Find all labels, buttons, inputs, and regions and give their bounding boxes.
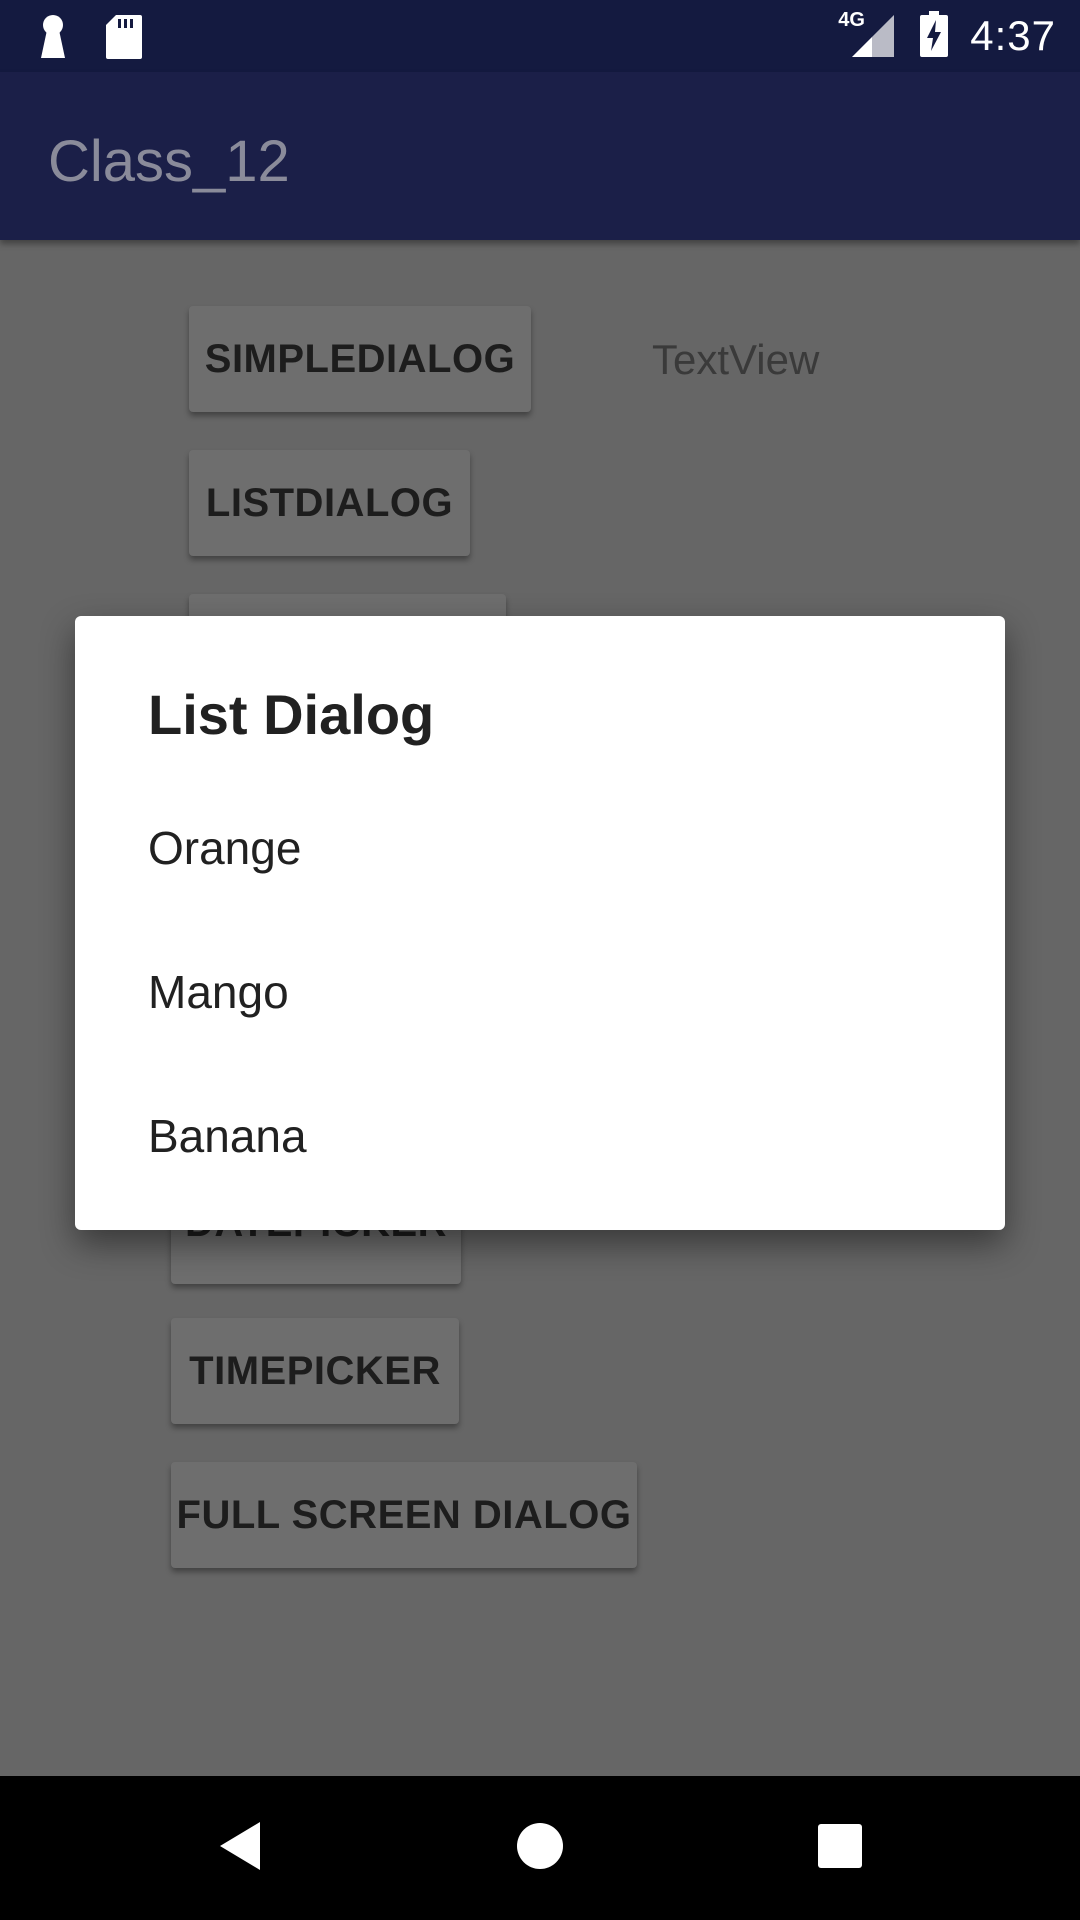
- recents-button[interactable]: [770, 1776, 910, 1920]
- status-left-icons: [38, 14, 142, 65]
- full-screen-dialog-button[interactable]: FULL SCREEN DIALOG: [171, 1462, 637, 1568]
- status-right: 4G 4:37: [838, 0, 1056, 72]
- dialog-list-item[interactable]: Mango: [148, 942, 928, 1042]
- back-button[interactable]: [170, 1776, 310, 1920]
- home-button[interactable]: [470, 1776, 610, 1920]
- battery-charging-icon: [920, 10, 949, 62]
- navigation-bar: [0, 1776, 1080, 1920]
- back-icon: [216, 1820, 264, 1877]
- dialog-title: List Dialog: [148, 683, 435, 746]
- time-picker-button[interactable]: TIMEPICKER: [171, 1318, 459, 1424]
- list-dialog-button[interactable]: LISTDIALOG: [189, 450, 470, 556]
- sd-card-icon: [106, 15, 142, 64]
- dialog-list-item[interactable]: Banana: [148, 1086, 928, 1186]
- home-icon: [516, 1822, 564, 1875]
- recents-icon: [817, 1823, 863, 1874]
- textview-label: TextView: [652, 336, 820, 383]
- app-bar: Class_12: [0, 72, 1080, 240]
- dialog-list-item[interactable]: Orange: [148, 798, 928, 898]
- keyhole-icon: [38, 14, 68, 65]
- status-bar: 4G 4:37: [0, 0, 1080, 72]
- simple-dialog-button[interactable]: SIMPLEDIALOG: [189, 306, 531, 412]
- list-dialog: List Dialog Orange Mango Banana: [75, 616, 1005, 1230]
- status-time: 4:37: [970, 12, 1056, 59]
- app-title: Class_12: [48, 129, 290, 194]
- signal-icon: 4G: [838, 9, 898, 59]
